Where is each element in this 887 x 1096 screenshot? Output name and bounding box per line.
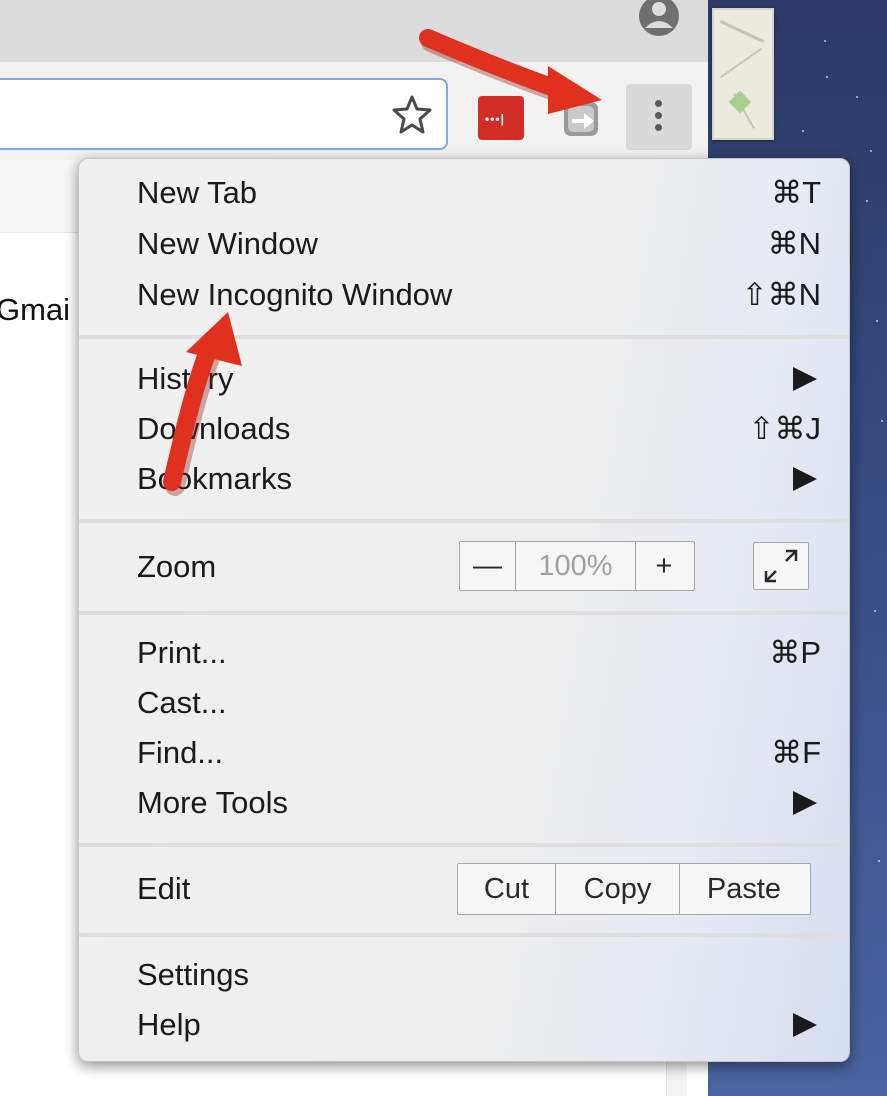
menu-separator	[79, 933, 849, 937]
menu-item-label: Find...	[137, 735, 224, 770]
menu-item-cast[interactable]: Cast...	[137, 681, 821, 725]
fullscreen-button[interactable]	[753, 542, 809, 590]
menu-item-new-tab[interactable]: New Tab ⌘T	[137, 171, 821, 215]
copy-button[interactable]: Copy	[556, 864, 680, 914]
menu-item-label: Cast...	[137, 685, 227, 720]
menu-item-label: New Window	[137, 226, 318, 261]
menu-item-label: Zoom	[137, 549, 217, 584]
map-thumbnail	[712, 8, 774, 140]
lastpass-icon[interactable]: •••|	[478, 96, 524, 140]
page-text: Gmai	[0, 292, 71, 327]
zoom-in-button[interactable]: +	[636, 542, 692, 590]
chrome-menu-button[interactable]	[626, 84, 692, 150]
menu-item-label: New Tab	[137, 175, 258, 210]
menu-item-settings[interactable]: Settings	[137, 953, 821, 997]
menu-item-help[interactable]: Help	[137, 1003, 821, 1047]
menu-item-label: Bookmarks	[137, 461, 293, 496]
menu-item-find[interactable]: Find... ⌘F	[137, 731, 821, 775]
fullscreen-icon	[764, 549, 798, 583]
menu-item-label: Downloads	[137, 411, 291, 446]
menu-item-new-incognito-window[interactable]: New Incognito Window ⇧⌘N	[137, 273, 821, 317]
menu-item-more-tools[interactable]: More Tools	[137, 781, 821, 825]
submenu-arrow-icon	[793, 367, 817, 391]
profile-icon[interactable]	[638, 0, 680, 38]
zoom-controls: — 100% +	[459, 541, 695, 591]
star-icon[interactable]	[392, 94, 432, 134]
menu-item-label: Settings	[137, 957, 250, 992]
menu-item-print[interactable]: Print... ⌘P	[137, 631, 821, 675]
address-bar[interactable]	[0, 78, 448, 150]
shortcut-label: ⌘P	[769, 635, 821, 670]
menu-separator	[79, 843, 849, 847]
submenu-arrow-icon	[793, 791, 817, 815]
menu-item-label: History	[137, 361, 234, 396]
shortcut-label: ⌘T	[771, 175, 821, 210]
paste-button[interactable]: Paste	[680, 864, 808, 914]
menu-item-label: Print...	[137, 635, 227, 670]
shortcut-label: ⇧⌘N	[741, 277, 821, 312]
shortcut-label: ⌘N	[767, 226, 821, 261]
menu-item-label: New Incognito Window	[137, 277, 453, 312]
menu-item-history[interactable]: History	[137, 357, 821, 401]
menu-item-new-window[interactable]: New Window ⌘N	[137, 222, 821, 266]
zoom-out-button[interactable]: —	[460, 542, 516, 590]
menu-separator	[79, 335, 849, 339]
chrome-menu: New Tab ⌘T New Window ⌘N New Incognito W…	[78, 158, 850, 1062]
menu-item-downloads[interactable]: Downloads ⇧⌘J	[137, 407, 821, 451]
menu-item-label: Edit	[137, 871, 191, 906]
shortcut-label: ⌘F	[771, 735, 821, 770]
menu-separator	[79, 611, 849, 615]
shortcut-label: ⇧⌘J	[748, 411, 821, 446]
cut-button[interactable]: Cut	[458, 864, 556, 914]
submenu-arrow-icon	[793, 1013, 817, 1037]
menu-item-bookmarks[interactable]: Bookmarks	[137, 457, 821, 501]
menu-item-label: More Tools	[137, 785, 289, 820]
submenu-arrow-icon	[793, 467, 817, 491]
kebab-icon	[655, 100, 663, 136]
zoom-level: 100%	[516, 542, 636, 590]
menu-separator	[79, 519, 849, 523]
menu-item-label: Help	[137, 1007, 201, 1042]
edit-controls: Cut Copy Paste	[457, 863, 811, 915]
extension-icon[interactable]	[558, 98, 604, 140]
title-bar	[0, 0, 708, 62]
